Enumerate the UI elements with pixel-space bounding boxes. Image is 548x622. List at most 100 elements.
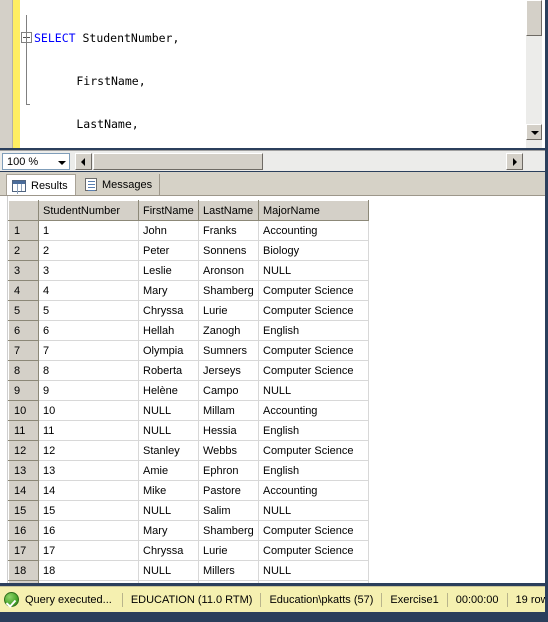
table-row[interactable]: 1 1 John Franks Accounting <box>8 220 369 241</box>
cell-majorname[interactable]: Accounting <box>258 400 369 421</box>
sql-code-text[interactable]: SELECT StudentNumber, FirstName, LastNam… <box>21 3 526 148</box>
editor-vscroll-down-button[interactable] <box>526 124 542 140</box>
cell-lastname[interactable]: Salim <box>198 500 259 521</box>
cell-studentnumber[interactable]: 14 <box>38 480 139 501</box>
cell-firstname[interactable]: Roberta <box>138 360 199 381</box>
cell-majorname[interactable]: NULL <box>258 380 369 401</box>
table-row[interactable]: 12 12 Stanley Webbs Computer Science <box>8 440 369 461</box>
table-row[interactable]: 6 6 Hellah Zanogh English <box>8 320 369 341</box>
cell-studentnumber[interactable]: 18 <box>38 560 139 581</box>
cell-studentnumber[interactable]: 7 <box>38 340 139 361</box>
row-header[interactable]: 16 <box>8 520 39 541</box>
hscroll-right-button[interactable] <box>506 153 523 170</box>
editor-horizontal-scrollbar[interactable] <box>75 153 523 170</box>
cell-majorname[interactable]: Accounting <box>258 220 369 241</box>
cell-majorname[interactable]: Computer Science <box>258 540 369 561</box>
cell-lastname[interactable]: Zanogh <box>198 320 259 341</box>
sql-editor-pane[interactable]: SELECT StudentNumber, FirstName, LastNam… <box>0 0 545 148</box>
results-table[interactable]: StudentNumber FirstName LastName MajorNa… <box>8 200 369 583</box>
cell-firstname[interactable]: Peter <box>138 240 199 261</box>
cell-majorname[interactable]: Biology <box>258 580 369 583</box>
cell-majorname[interactable]: English <box>258 320 369 341</box>
cell-lastname[interactable]: Sumners <box>198 340 259 361</box>
row-header[interactable]: 15 <box>8 500 39 521</box>
cell-firstname[interactable]: Stanley <box>138 440 199 461</box>
cell-studentnumber[interactable]: 2 <box>38 240 139 261</box>
cell-studentnumber[interactable]: 13 <box>38 460 139 481</box>
cell-majorname[interactable]: Accounting <box>258 480 369 501</box>
cell-firstname[interactable]: Robert <box>138 580 199 583</box>
table-row[interactable]: 4 4 Mary Shamberg Computer Science <box>8 280 369 301</box>
cell-studentnumber[interactable]: 12 <box>38 440 139 461</box>
cell-firstname[interactable]: Olympia <box>138 340 199 361</box>
cell-lastname[interactable]: NULL <box>198 580 259 583</box>
table-row[interactable]: 14 14 Mike Pastore Accounting <box>8 480 369 501</box>
table-row[interactable]: 11 11 NULL Hessia English <box>8 420 369 441</box>
cell-majorname[interactable]: Computer Science <box>258 280 369 301</box>
table-row[interactable]: 15 15 NULL Salim NULL <box>8 500 369 521</box>
table-row[interactable]: 13 13 Amie Ephron English <box>8 460 369 481</box>
editor-vertical-scrollbar[interactable] <box>525 0 542 148</box>
cell-majorname[interactable]: Computer Science <box>258 340 369 361</box>
row-header[interactable]: 8 <box>8 360 39 381</box>
row-header[interactable]: 12 <box>8 440 39 461</box>
row-header[interactable]: 6 <box>8 320 39 341</box>
row-header[interactable]: 19 <box>8 580 39 583</box>
table-row[interactable]: 5 5 Chryssa Lurie Computer Science <box>8 300 369 321</box>
column-header-lastname[interactable]: LastName <box>198 200 259 221</box>
hscroll-left-button[interactable] <box>75 153 92 170</box>
results-grid[interactable]: StudentNumber FirstName LastName MajorNa… <box>0 195 545 583</box>
cell-firstname[interactable]: Hellah <box>138 320 199 341</box>
cell-lastname[interactable]: Lurie <box>198 540 259 561</box>
cell-studentnumber[interactable]: 17 <box>38 540 139 561</box>
grid-select-all-corner[interactable] <box>8 200 39 221</box>
cell-firstname[interactable]: NULL <box>138 560 199 581</box>
cell-firstname[interactable]: Leslie <box>138 260 199 281</box>
row-header[interactable]: 14 <box>8 480 39 501</box>
hscroll-thumb[interactable] <box>93 153 263 170</box>
cell-studentnumber[interactable]: 5 <box>38 300 139 321</box>
cell-firstname[interactable]: Mary <box>138 280 199 301</box>
table-row[interactable]: 7 7 Olympia Sumners Computer Science <box>8 340 369 361</box>
row-header[interactable]: 2 <box>8 240 39 261</box>
row-header[interactable]: 5 <box>8 300 39 321</box>
cell-studentnumber[interactable]: 8 <box>38 360 139 381</box>
cell-studentnumber[interactable]: 10 <box>38 400 139 421</box>
grid-vertical-scrollbar[interactable] <box>539 196 543 583</box>
tab-results[interactable]: Results <box>6 174 76 196</box>
cell-studentnumber[interactable]: 6 <box>38 320 139 341</box>
cell-firstname[interactable]: Mike <box>138 480 199 501</box>
cell-majorname[interactable]: Biology <box>258 240 369 261</box>
row-header[interactable]: 13 <box>8 460 39 481</box>
cell-lastname[interactable]: Shamberg <box>198 280 259 301</box>
cell-lastname[interactable]: Sonnens <box>198 240 259 261</box>
row-header[interactable]: 7 <box>8 340 39 361</box>
chevron-down-icon[interactable] <box>55 156 69 168</box>
cell-lastname[interactable]: Aronson <box>198 260 259 281</box>
cell-majorname[interactable]: English <box>258 420 369 441</box>
cell-majorname[interactable]: Computer Science <box>258 300 369 321</box>
table-row[interactable]: 18 18 NULL Millers NULL <box>8 560 369 581</box>
cell-firstname[interactable]: NULL <box>138 500 199 521</box>
cell-majorname[interactable]: English <box>258 460 369 481</box>
cell-lastname[interactable]: Millam <box>198 400 259 421</box>
editor-vscroll-thumb[interactable] <box>526 0 542 36</box>
cell-lastname[interactable]: Webbs <box>198 440 259 461</box>
cell-lastname[interactable]: Hessia <box>198 420 259 441</box>
cell-majorname[interactable]: NULL <box>258 260 369 281</box>
cell-studentnumber[interactable]: 1 <box>38 220 139 241</box>
tab-messages[interactable]: Messages <box>80 174 161 195</box>
cell-majorname[interactable]: Computer Science <box>258 440 369 461</box>
column-header-studentnumber[interactable]: StudentNumber <box>38 200 139 221</box>
cell-studentnumber[interactable]: 11 <box>38 420 139 441</box>
table-row[interactable]: 3 3 Leslie Aronson NULL <box>8 260 369 281</box>
cell-firstname[interactable]: Mary <box>138 520 199 541</box>
cell-firstname[interactable]: John <box>138 220 199 241</box>
table-row[interactable]: 8 8 Roberta Jerseys Computer Science <box>8 360 369 381</box>
table-row[interactable]: 2 2 Peter Sonnens Biology <box>8 240 369 261</box>
cell-firstname[interactable]: Chryssa <box>138 540 199 561</box>
table-row[interactable]: 9 9 Helène Campo NULL <box>8 380 369 401</box>
table-row[interactable]: 1919RobertNULLBiology <box>8 580 369 583</box>
cell-studentnumber[interactable]: 4 <box>38 280 139 301</box>
row-header[interactable]: 10 <box>8 400 39 421</box>
